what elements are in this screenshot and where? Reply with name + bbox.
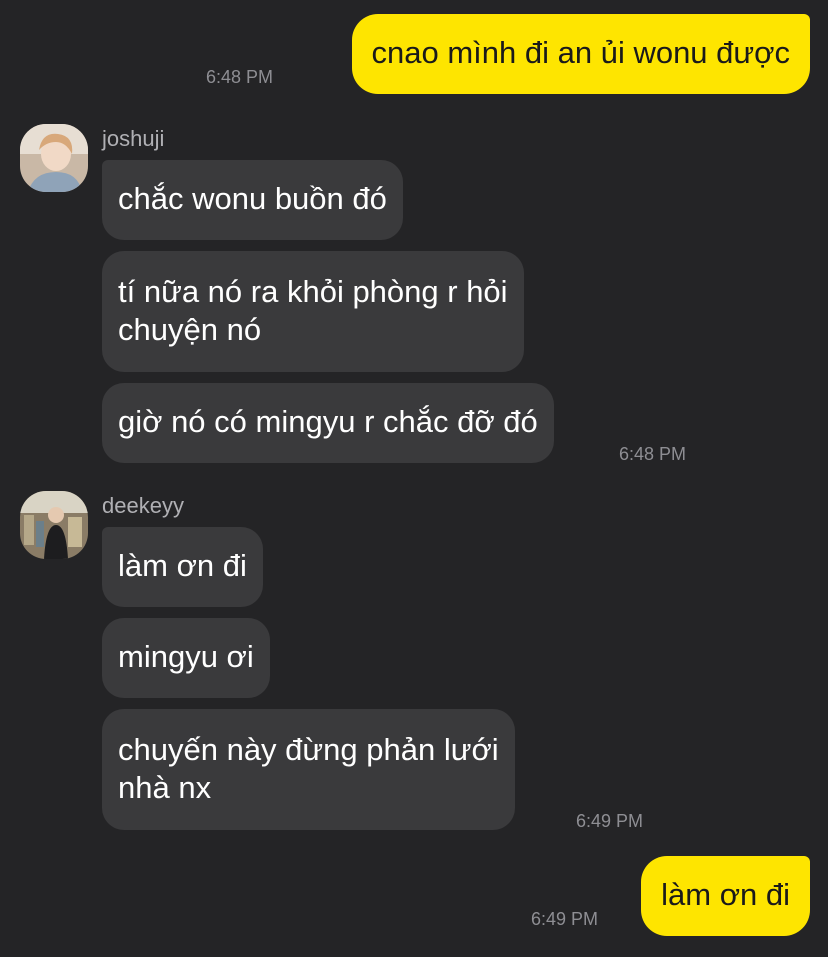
outgoing-message[interactable]: cnao mình đi an ủi wonu được (351, 14, 810, 94)
incoming-message[interactable]: chắc wonu buồn đó (102, 160, 403, 240)
sender-name: joshuji (102, 126, 165, 151)
incoming-message[interactable]: làm ơn đi (102, 527, 263, 607)
message-timestamp: 6:48 PM (619, 444, 687, 464)
incoming-message[interactable]: mingyu ơi (102, 618, 270, 698)
incoming-message[interactable]: chuyến này đừng phản lưới nhà nx (102, 709, 515, 830)
message-timestamp: 6:49 PM (576, 811, 644, 831)
outgoing-message[interactable]: làm ơn đi (641, 856, 810, 936)
sender-name: deekeyy (102, 493, 184, 518)
sender-avatar[interactable] (20, 124, 88, 192)
incoming-message[interactable]: giờ nó có mingyu r chắc đỡ đó (102, 383, 554, 463)
user-avatar-photo-icon (20, 124, 88, 192)
incoming-message[interactable]: tí nữa nó ra khỏi phòng r hỏi chuyện nó (102, 251, 524, 372)
sender-avatar[interactable] (20, 491, 88, 559)
message-timestamp: 6:49 PM (531, 909, 599, 929)
message-timestamp: 6:48 PM (206, 67, 274, 87)
user-avatar-photo-icon (20, 491, 88, 559)
